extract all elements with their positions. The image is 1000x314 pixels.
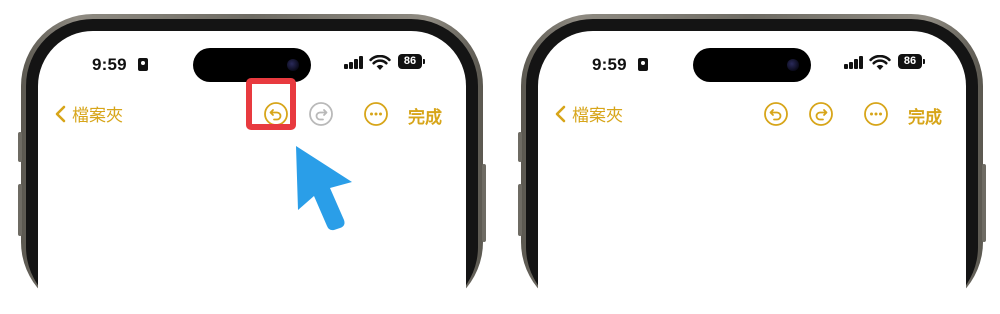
- back-button[interactable]: 檔案夾: [54, 101, 123, 126]
- back-label: 檔案夾: [72, 106, 123, 125]
- left-phone-screen: 9:59 86 檔案夾 完成: [38, 31, 466, 314]
- ellipsis-circle-icon[interactable]: [363, 101, 389, 127]
- right-phone-frame: 9:59 86 檔案夾 完成: [518, 14, 986, 314]
- redo-icon[interactable]: [308, 101, 334, 127]
- cellular-signal-icon: [344, 56, 364, 69]
- status-time: 9:59: [92, 55, 127, 74]
- volume-up-button: [18, 184, 22, 236]
- undo-highlight-box: [246, 78, 296, 130]
- power-button: [482, 164, 486, 242]
- done-button[interactable]: 完成: [408, 103, 442, 128]
- wifi-icon: [869, 55, 891, 70]
- undo-icon[interactable]: [763, 101, 789, 127]
- battery-indicator: 86: [898, 54, 925, 69]
- action-button: [518, 132, 522, 162]
- status-time: 9:59: [592, 55, 627, 74]
- action-button: [18, 132, 22, 162]
- right-phone-screen: 9:59 86 檔案夾 完成: [538, 31, 966, 314]
- ellipsis-circle-icon[interactable]: [863, 101, 889, 127]
- front-camera: [787, 59, 799, 71]
- id-card-icon: [138, 58, 148, 71]
- dynamic-island: [693, 48, 811, 82]
- left-phone-frame: 9:59 86 檔案夾 完成: [18, 14, 486, 314]
- back-label: 檔案夾: [572, 106, 623, 125]
- back-button[interactable]: 檔案夾: [554, 101, 623, 126]
- id-card-icon: [638, 58, 648, 71]
- power-button: [982, 164, 986, 242]
- battery-indicator: 86: [398, 54, 425, 69]
- done-button[interactable]: 完成: [908, 103, 942, 128]
- volume-up-button: [518, 184, 522, 236]
- chevron-left-icon: [555, 105, 566, 122]
- wifi-icon: [369, 55, 391, 70]
- chevron-left-icon: [55, 105, 66, 122]
- dynamic-island: [193, 48, 311, 82]
- cursor-arrow-icon: [296, 146, 352, 231]
- front-camera: [287, 59, 299, 71]
- cellular-signal-icon: [844, 56, 864, 69]
- redo-icon[interactable]: [808, 101, 834, 127]
